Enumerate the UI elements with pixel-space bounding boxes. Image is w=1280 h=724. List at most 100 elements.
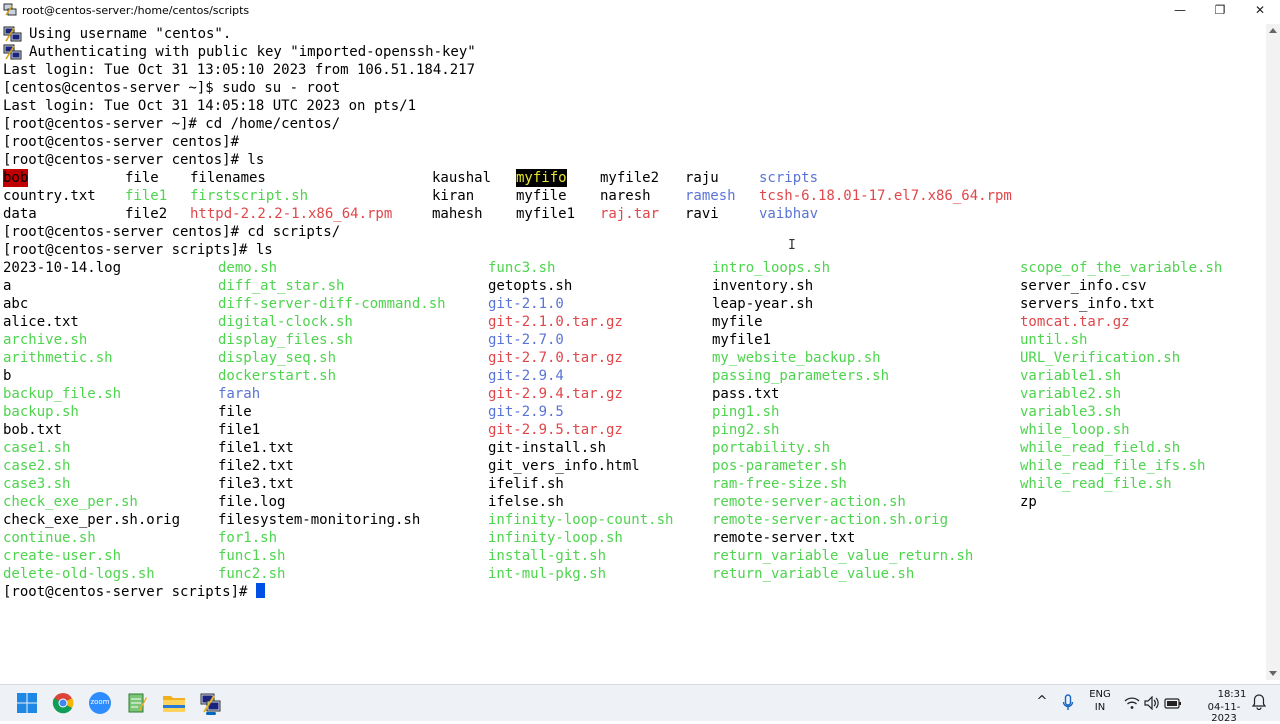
- ls-entry: while_read_file_ifs.sh: [1020, 458, 1206, 474]
- terminal-line-text: Authenticating with public key "imported…: [29, 44, 476, 60]
- tray-overflow-icon[interactable]: ^: [1036, 694, 1048, 709]
- terminal-line-text: Last login: Tue Oct 31 13:05:10 2023 fro…: [3, 62, 476, 78]
- minimize-button[interactable]: —: [1160, 0, 1200, 20]
- clock-date[interactable]: 04-11-2023: [1196, 702, 1252, 724]
- putty-session-icon: [3, 44, 22, 60]
- terminal-cursor[interactable]: [255, 583, 265, 598]
- language-indicator-bottom[interactable]: IN: [1086, 702, 1114, 713]
- ls-entry: file1: [218, 422, 261, 438]
- windows-start-icon: [17, 693, 37, 713]
- zoom-label: zoom: [90, 698, 110, 706]
- ls-entry: func1.sh: [218, 548, 286, 564]
- notepad-button[interactable]: [124, 690, 150, 716]
- ls-entry: tomcat.tar.gz: [1020, 314, 1130, 330]
- ls-entry: infinity-loop.sh: [488, 530, 623, 546]
- ls-entry: return_variable_value_return.sh: [712, 548, 974, 564]
- file-explorer-button[interactable]: [161, 690, 187, 716]
- ls-entry: data: [3, 206, 37, 222]
- ls-entry: check_exe_per.sh: [3, 494, 138, 510]
- ls-entry: filesystem-monitoring.sh: [218, 512, 421, 528]
- terminal-line-text: [root@centos-server ~]# cd /home/centos/: [3, 116, 341, 132]
- ls-entry: git-2.9.5: [488, 404, 564, 420]
- ls-entry: file2: [125, 206, 168, 222]
- ls-entry: httpd-2.2.2-1.x86_64.rpm: [190, 206, 393, 222]
- language-indicator-top[interactable]: ENG: [1086, 689, 1114, 700]
- ls-entry: dockerstart.sh: [218, 368, 337, 384]
- ls-entry: digital-clock.sh: [218, 314, 353, 330]
- terminal-line: [centos@centos-server ~]$ sudo su - root: [3, 79, 340, 97]
- ls-entry: variable1.sh: [1020, 368, 1122, 384]
- ls-entry: myfile: [712, 314, 763, 330]
- ls-entry: git-2.9.5.tar.gz: [488, 422, 623, 438]
- terminal-line-text: Using username "centos".: [29, 26, 232, 42]
- clock-time[interactable]: 18:31: [1212, 689, 1252, 700]
- terminal-line-text: [centos@centos-server ~]$ sudo su - root: [3, 80, 341, 96]
- ls-entry: remote-server-action.sh: [712, 494, 906, 510]
- ls-entry: my_website_backup.sh: [712, 350, 881, 366]
- ls-entry: scope_of_the_variable.sh: [1020, 260, 1223, 276]
- command-prompt: [root@centos-server scripts]#: [3, 584, 256, 600]
- putty-app-icon: [3, 3, 17, 16]
- close-button[interactable]: ✕: [1240, 0, 1280, 20]
- ls-entry: myfile1: [516, 206, 576, 222]
- ls-entry: b: [3, 368, 12, 384]
- terminal-line: [root@centos-server centos]# ls: [3, 151, 264, 169]
- ls-entry: git-2.9.4.tar.gz: [488, 386, 623, 402]
- zoom-button[interactable]: zoom: [87, 690, 113, 716]
- terminal-line: Using username "centos".: [3, 25, 231, 43]
- terminal-line-text: [root@centos-server scripts]# ls: [3, 242, 273, 258]
- vertical-scrollbar[interactable]: [1266, 24, 1280, 680]
- ls-entry: git-2.9.4: [488, 368, 564, 384]
- ls-entry: file: [125, 170, 159, 186]
- ls-entry: continue.sh: [3, 530, 96, 546]
- chrome-button[interactable]: [50, 690, 76, 716]
- text-cursor-icon: I: [788, 238, 796, 253]
- ls-entry: diff_at_star.sh: [218, 278, 345, 294]
- ls-entry: diff-server-diff-command.sh: [218, 296, 446, 312]
- ls-entry: filenames: [190, 170, 266, 186]
- title-bar[interactable]: root@centos-server:/home/centos/scripts …: [0, 0, 1280, 20]
- ls-entry: abc: [3, 296, 29, 312]
- wifi-icon[interactable]: [1124, 696, 1140, 710]
- volume-icon[interactable]: [1144, 696, 1160, 710]
- maximize-button[interactable]: ❐: [1200, 0, 1240, 20]
- ls-entry: raj.tar: [600, 206, 660, 222]
- command-prompt-line[interactable]: [root@centos-server scripts]#: [3, 583, 265, 601]
- ls-entry: create-user.sh: [3, 548, 122, 564]
- notification-bell-icon[interactable]: [1252, 694, 1266, 710]
- ls-entry: scripts: [759, 170, 819, 186]
- terminal-line-text: [root@centos-server centos]#: [3, 134, 240, 150]
- ls-entry: return_variable_value.sh: [712, 566, 915, 582]
- windows-taskbar: zoom ^ ENG IN 18:31 04-11-2023: [0, 684, 1280, 724]
- terminal-line-text: [root@centos-server centos]# ls: [3, 152, 265, 168]
- terminal-line-text: [root@centos-server centos]# cd scripts/: [3, 224, 341, 240]
- ls-entry: 2023-10-14.log: [3, 260, 122, 276]
- ls-entry: infinity-loop-count.sh: [488, 512, 674, 528]
- close-icon: ✕: [1254, 3, 1266, 17]
- ls-entry: for1.sh: [218, 530, 278, 546]
- ls-entry: myfile1: [712, 332, 772, 348]
- ls-entry: firstscript.sh: [190, 188, 309, 204]
- ls-entry: while_read_file.sh: [1020, 476, 1172, 492]
- ls-entry: myfile: [516, 188, 567, 204]
- terminal-line: [root@centos-server centos]#: [3, 133, 239, 151]
- terminal-area[interactable]: Using username "centos". Authenticating w…: [0, 24, 1266, 680]
- ls-entry: bob: [3, 169, 29, 187]
- ls-entry: display_seq.sh: [218, 350, 337, 366]
- ls-entry: ifelif.sh: [488, 476, 564, 492]
- ls-entry: case2.sh: [3, 458, 71, 474]
- scroll-up-icon[interactable]: [1269, 28, 1277, 33]
- windows-start-button[interactable]: [14, 690, 40, 716]
- putty-taskbar-button[interactable]: [198, 690, 224, 716]
- battery-icon[interactable]: [1164, 696, 1182, 710]
- ls-entry: pass.txt: [712, 386, 780, 402]
- ls-entry: ram-free-size.sh: [712, 476, 847, 492]
- ls-entry: variable2.sh: [1020, 386, 1122, 402]
- ls-entry: file.log: [218, 494, 286, 510]
- ls-entry: int-mul-pkg.sh: [488, 566, 607, 582]
- scroll-down-icon[interactable]: [1269, 671, 1277, 676]
- ls-entry: git-2.7.0: [488, 332, 564, 348]
- microphone-icon[interactable]: [1062, 694, 1074, 712]
- ls-entry: farah: [218, 386, 261, 402]
- ls-entry: remote-server.txt: [712, 530, 856, 546]
